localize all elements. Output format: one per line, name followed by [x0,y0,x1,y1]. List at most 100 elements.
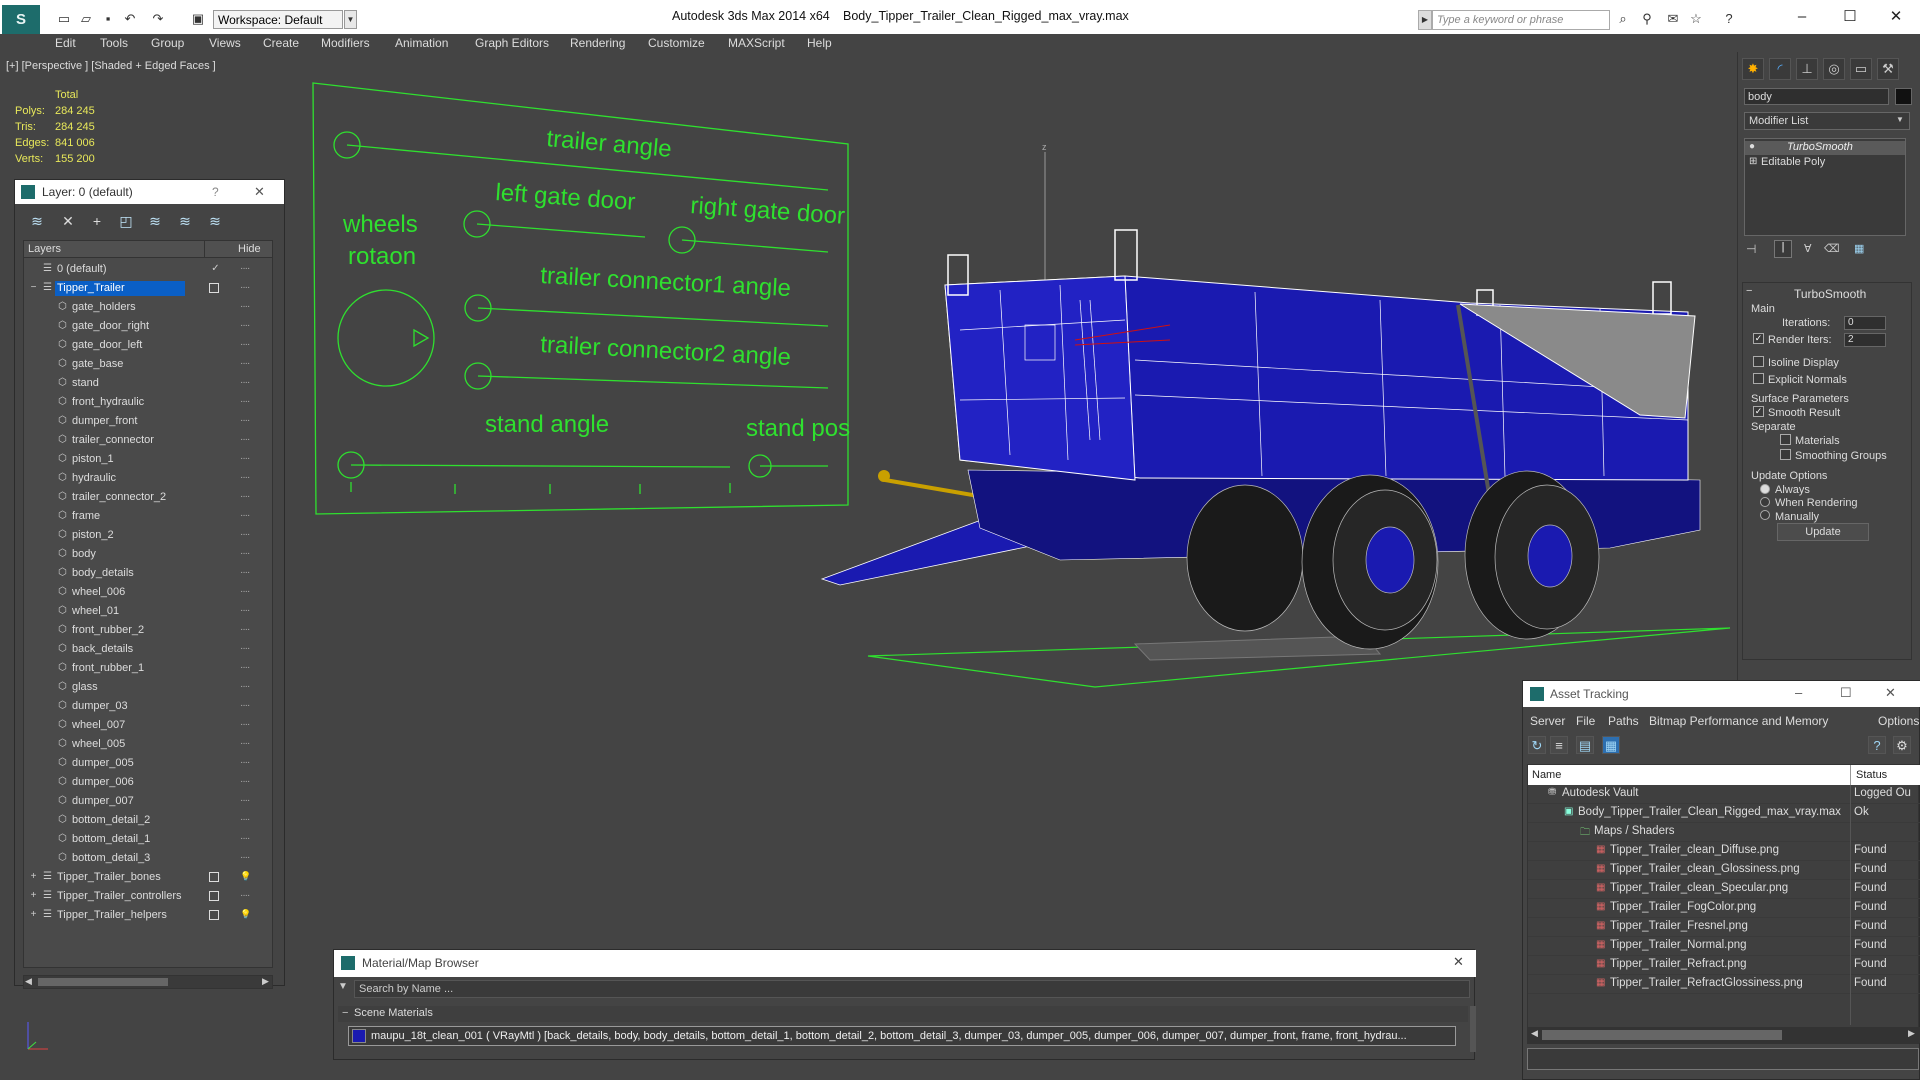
stack-item-turbosmooth[interactable]: ● TurboSmooth [1745,141,1905,155]
chevron-down-icon[interactable]: ▼ [1896,115,1904,124]
layer-horizontal-scrollbar[interactable]: ◀ ▶ [23,975,273,989]
asset-path-field[interactable] [1527,1048,1919,1070]
hide-toggle[interactable]: ···· [240,700,250,711]
binoculars-icon[interactable]: ⌕ [1614,10,1632,28]
rollout-title[interactable]: TurboSmooth [1794,287,1866,301]
layer-row[interactable]: ⬡ dumper_03 ···· [24,697,272,716]
object-name-field[interactable]: body [1744,88,1889,105]
layer-row[interactable]: ⬡ dumper_006 ···· [24,773,272,792]
scene-materials-group[interactable]: − Scene Materials [338,1006,1468,1022]
hide-toggle[interactable]: ···· [240,453,250,464]
layer-row[interactable]: ⬡ back_details ···· [24,640,272,659]
hide-toggle[interactable]: ···· [240,434,250,445]
layer-row[interactable]: ⬡ front_rubber_2 ···· [24,621,272,640]
expand-toggle-icon[interactable]: − [28,282,39,293]
modify-tab-icon[interactable]: ◜ [1769,58,1791,80]
asset-row[interactable]: ▦ Tipper_Trailer_FogColor.png Found [1528,899,1920,918]
remove-modifier-icon[interactable]: ⌫ [1824,242,1840,255]
asset-menu-options[interactable]: Options [1878,714,1919,728]
pin-stack-icon[interactable]: ⊣ [1746,242,1756,256]
hide-toggle[interactable]: ···· [240,320,250,331]
hide-toggle[interactable]: ···· [240,358,250,369]
layer-row[interactable]: ⬡ trailer_connector_2 ···· [24,488,272,507]
stack-item-editable-poly[interactable]: ⊞ Editable Poly [1745,156,1905,170]
hide-toggle[interactable]: ···· [240,282,250,293]
menu-views[interactable]: Views [209,36,241,50]
close-icon[interactable]: ✕ [254,184,265,200]
list-view-icon[interactable]: ≡ [1550,736,1568,754]
layer-row[interactable]: ⬡ dumper_005 ···· [24,754,272,773]
hide-toggle[interactable]: ···· [240,339,250,350]
help-icon[interactable]: ? [212,185,219,199]
asset-menu-bitmap-performance[interactable]: Bitmap Performance and Memory [1649,714,1828,728]
subscription-icon[interactable]: ⚲ [1638,10,1656,28]
when-rendering-radio[interactable] [1760,497,1770,507]
layer-row[interactable]: + ☰ Tipper_Trailer_controllers ···· [24,887,272,906]
hide-toggle[interactable]: ···· [240,852,250,863]
create-tab-icon[interactable]: ✸ [1742,58,1764,80]
layer-row[interactable]: ⬡ glass ···· [24,678,272,697]
close-button[interactable]: ✕ [1884,7,1908,27]
maximize-button[interactable]: ☐ [1838,7,1862,27]
column-name[interactable]: Name [1532,769,1561,781]
modifier-list-dropdown[interactable]: Modifier List [1744,112,1910,130]
scroll-left-icon[interactable]: ◀ [25,976,32,987]
layer-row[interactable]: ⬡ front_hydraulic ···· [24,393,272,412]
hide-toggle[interactable]: ···· [240,263,250,274]
asset-row[interactable]: ▦ Tipper_Trailer_clean_Specular.png Found [1528,880,1920,899]
select-objects-icon[interactable]: ◰ [117,212,135,230]
expand-toggle-icon[interactable]: + [28,871,39,882]
layer-row[interactable]: ⬡ body ···· [24,545,272,564]
material-entry[interactable]: maupu_18t_clean_001 ( VRayMtl ) [back_de… [348,1026,1456,1046]
favorites-icon[interactable]: ☆ [1687,10,1705,28]
save-icon[interactable]: ▪ [100,11,116,26]
hide-toggle[interactable]: ···· [240,586,250,597]
configure-sets-icon[interactable]: ▦ [1854,242,1864,255]
hide-all-icon[interactable]: ≋ [176,212,194,230]
asset-tracking-titlebar[interactable]: Asset Tracking – ☐ ✕ [1523,681,1920,707]
search-by-name-input[interactable]: Search by Name ... [354,980,1470,998]
lightbulb-icon[interactable]: 💡 [240,871,251,882]
layer-row[interactable]: ⬡ piston_2 ···· [24,526,272,545]
hide-toggle[interactable]: ···· [240,643,250,654]
explicit-normals-checkbox[interactable] [1753,373,1764,384]
menu-modifiers[interactable]: Modifiers [321,36,370,50]
asset-table[interactable]: Name Status ⛃ Autodesk Vault Logged Ou ▣ Bod… [1527,764,1920,1044]
scroll-thumb[interactable] [38,978,168,986]
hide-toggle[interactable]: ···· [240,605,250,616]
scroll-left-icon[interactable]: ◀ [1531,1028,1538,1039]
hide-toggle[interactable]: ···· [240,795,250,806]
hide-toggle[interactable]: ···· [240,567,250,578]
menu-tools[interactable]: Tools [100,36,128,50]
asset-row[interactable]: ▦ Tipper_Trailer_RefractGlossiness.png Fou… [1528,975,1920,994]
asset-menu-server[interactable]: Server [1530,714,1565,728]
workspace-dropdown[interactable]: Workspace: Default [213,10,343,29]
scroll-thumb[interactable] [1542,1030,1782,1040]
column-hide[interactable]: Hide [238,243,261,255]
menu-maxscript[interactable]: MAXScript [728,36,785,50]
lightbulb-icon[interactable]: ● [1749,141,1755,152]
menu-edit[interactable]: Edit [55,36,76,50]
menu-group[interactable]: Group [151,36,184,50]
layer-row[interactable]: ⬡ wheel_005 ···· [24,735,272,754]
search-input[interactable]: Type a keyword or phrase [1432,10,1610,30]
hide-toggle[interactable]: ···· [240,814,250,825]
scroll-right-icon[interactable]: ▶ [262,976,269,987]
freeze-all-icon[interactable]: ≋ [206,212,224,230]
hide-toggle[interactable]: ···· [240,415,250,426]
hide-toggle[interactable]: ···· [240,662,250,673]
materials-checkbox[interactable] [1780,434,1791,445]
layer-manager-titlebar[interactable]: Layer: 0 (default) ? ✕ [15,180,284,204]
asset-menu-paths[interactable]: Paths [1608,714,1639,728]
hide-toggle[interactable]: ···· [240,491,250,502]
render-iters-checkbox[interactable]: ✓ [1753,333,1764,344]
layer-row[interactable]: ⬡ bottom_detail_3 ···· [24,849,272,868]
layer-row[interactable]: ⬡ gate_base ···· [24,355,272,374]
browser-options-icon[interactable]: ▼ [338,981,348,992]
maximize-icon[interactable]: ☐ [1840,685,1852,701]
manually-radio[interactable] [1760,510,1770,520]
hide-toggle[interactable]: ···· [240,472,250,483]
current-layer-box[interactable] [209,910,219,920]
expand-toggle-icon[interactable]: + [28,890,39,901]
close-icon[interactable]: ✕ [1885,685,1896,701]
